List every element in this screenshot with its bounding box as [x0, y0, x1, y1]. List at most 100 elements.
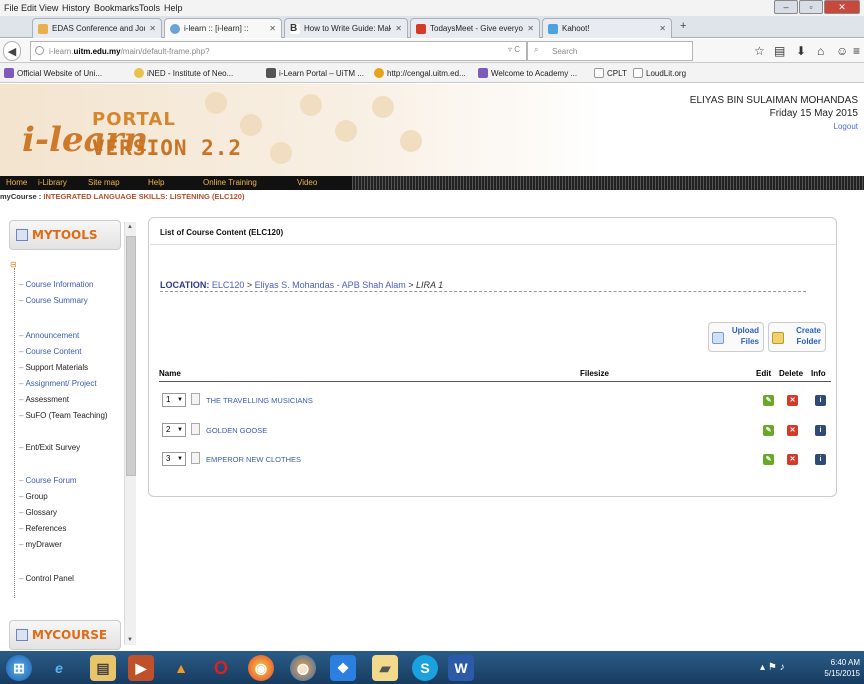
info-icon[interactable]: i	[815, 454, 826, 465]
nav-home[interactable]: Home	[6, 178, 27, 187]
sidebar-item-glossary[interactable]: – Glossary	[19, 508, 57, 517]
sidebar-item-course-forum[interactable]: – Course Forum	[19, 476, 77, 485]
nav-help[interactable]: Help	[148, 178, 164, 187]
dropbox-icon[interactable]: ❖	[330, 655, 356, 681]
sidebar-item-sufo[interactable]: – SuFO (Team Teaching)	[5, 411, 109, 421]
firefox-icon[interactable]: ◍	[290, 655, 316, 681]
delete-icon[interactable]: ✕	[787, 425, 798, 436]
file-name-link[interactable]: EMPEROR NEW CLOTHES	[206, 455, 301, 464]
maximize-icon[interactable]: ▫	[799, 0, 823, 14]
file-name-link[interactable]: THE TRAVELLING MUSICIANS	[206, 396, 313, 405]
tab-ilearn[interactable]: i-learn :: [i-learn] :: ✕	[164, 18, 282, 38]
sidebar-item-control-panel[interactable]: – Control Panel	[19, 574, 74, 583]
system-clock[interactable]: 6:40 AM 5/15/2015	[824, 657, 860, 679]
tab-todaysmeet[interactable]: TodaysMeet - Give everyo... ✕	[410, 18, 540, 38]
edit-icon[interactable]: ✎	[763, 395, 774, 406]
bookmark-item[interactable]: http://cengal.uitm.ed...	[374, 68, 466, 78]
sidebar-item-course-summary[interactable]: – Course Summary	[19, 296, 88, 305]
tab-close-icon[interactable]: ✕	[527, 24, 534, 33]
start-button[interactable]: ⊞	[6, 655, 32, 681]
order-select[interactable]: 1 ▼	[162, 393, 186, 407]
location-owner-link[interactable]: Eliyas S. Mohandas - APB Shah Alam	[255, 280, 406, 290]
sidebar-item-course-content[interactable]: – Course Content	[19, 347, 81, 356]
network-icon[interactable]: ⚑	[768, 662, 777, 673]
minimize-icon[interactable]: –	[774, 0, 798, 14]
download-icon[interactable]: ⬇	[796, 44, 806, 58]
word-icon[interactable]: W	[448, 655, 474, 681]
volume-icon[interactable]: ♪	[780, 662, 785, 673]
sidebar-item-support-materials[interactable]: – Support Materials	[19, 363, 88, 372]
delete-icon[interactable]: ✕	[787, 454, 798, 465]
menu-icon[interactable]: ≡	[853, 44, 860, 58]
menu-edit[interactable]: Edit	[21, 3, 37, 13]
bookmark-item[interactable]: Welcome to Academy ...	[478, 68, 577, 78]
upload-files-button[interactable]: Upload Files	[708, 322, 764, 352]
menu-bookmarks[interactable]: Bookmarks	[94, 3, 139, 13]
tab-close-icon[interactable]: ✕	[149, 24, 156, 33]
edit-icon[interactable]: ✎	[763, 454, 774, 465]
sidebar-item-ent-exit-survey[interactable]: – Ent/Exit Survey	[19, 443, 80, 452]
mycourse-header[interactable]: MYCOURSE	[9, 620, 121, 650]
info-icon[interactable]: i	[815, 425, 826, 436]
reload-icon[interactable]: ▿ C	[508, 45, 520, 54]
scroll-down-icon[interactable]: ▼	[127, 637, 133, 643]
order-select[interactable]: 3 ▼	[162, 452, 186, 466]
location-course-link[interactable]: ELC120	[212, 280, 245, 290]
tab-edas[interactable]: EDAS Conference and Jour... ✕	[32, 18, 162, 38]
bookmark-item[interactable]: LoudLit.org	[633, 68, 686, 78]
new-tab-icon[interactable]: +	[680, 20, 686, 32]
bookmark-item[interactable]: i-Learn Portal – UiTM ...	[266, 68, 364, 78]
tab-close-icon[interactable]: ✕	[395, 24, 402, 33]
chrome-icon[interactable]: ◉	[248, 655, 274, 681]
mytools-header[interactable]: MYTOOLS	[9, 220, 121, 250]
order-select[interactable]: 2 ▼	[162, 423, 186, 437]
delete-icon[interactable]: ✕	[787, 395, 798, 406]
file-explorer-icon[interactable]: ▤	[90, 655, 116, 681]
media-player-icon[interactable]: ▶	[128, 655, 154, 681]
bookmark-item[interactable]: Official Website of Uni...	[4, 68, 102, 78]
bookmark-item[interactable]: iNED - Institute of Neo...	[134, 68, 233, 78]
reading-list-icon[interactable]: ▤	[774, 44, 785, 58]
nav-sitemap[interactable]: Site map	[88, 178, 120, 187]
nav-online-training[interactable]: Online Training	[203, 178, 257, 187]
sidebar-item-mydrawer[interactable]: – myDrawer	[19, 540, 62, 549]
sidebar-item-assessment[interactable]: – Assessment	[19, 395, 69, 404]
file-name-link[interactable]: GOLDEN GOOSE	[206, 426, 267, 435]
menu-view[interactable]: View	[39, 3, 58, 13]
nav-video[interactable]: Video	[297, 178, 317, 187]
scroll-up-icon[interactable]: ▲	[127, 224, 133, 230]
vlc-icon[interactable]: ▲	[168, 655, 194, 681]
search-input[interactable]: ⌕ Search	[527, 41, 693, 61]
tab-howto[interactable]: B How to Write Guide: Makin... ✕	[284, 18, 408, 38]
star-icon[interactable]: ☆	[754, 44, 765, 58]
sidebar-item-references[interactable]: – References	[19, 524, 66, 533]
bookmark-item[interactable]: CPLT	[594, 68, 627, 78]
info-icon[interactable]: i	[815, 395, 826, 406]
create-folder-button[interactable]: Create Folder	[768, 322, 826, 352]
menu-history[interactable]: History	[62, 3, 90, 13]
ie-icon[interactable]: e	[46, 655, 72, 681]
menu-help[interactable]: Help	[164, 3, 183, 13]
sidebar-item-course-information[interactable]: – Course Information	[19, 280, 93, 289]
tab-close-icon[interactable]: ✕	[659, 24, 666, 33]
sidebar-item-group[interactable]: – Group	[19, 492, 48, 501]
pocket-icon[interactable]: ☺	[836, 44, 848, 58]
skype-icon[interactable]: S	[412, 655, 438, 681]
menu-file[interactable]: File	[4, 3, 19, 13]
opera-icon[interactable]: O	[208, 655, 234, 681]
sidebar-item-assignment-project[interactable]: – Assignment/ Project	[19, 379, 97, 388]
url-bar[interactable]: i-learn. uitm.edu.my/main/default-frame.p…	[30, 41, 527, 61]
tab-kahoot[interactable]: Kahoot! ✕	[542, 18, 672, 38]
logout-link[interactable]: Logout	[690, 120, 858, 133]
breadcrumb-course[interactable]: INTEGRATED LANGUAGE SKILLS: LISTENING (E…	[43, 192, 244, 201]
back-button[interactable]: ◀	[3, 41, 21, 61]
sidebar-item-announcement[interactable]: – Announcement	[19, 331, 79, 340]
menu-tools[interactable]: Tools	[139, 3, 160, 13]
sidebar-scrollbar[interactable]: ▲ ▼	[124, 222, 136, 645]
edit-icon[interactable]: ✎	[763, 425, 774, 436]
tray-arrow-icon[interactable]: ▴	[760, 662, 765, 673]
close-icon[interactable]: ✕	[824, 0, 860, 14]
home-icon[interactable]: ⌂	[817, 44, 824, 58]
tab-close-icon[interactable]: ✕	[269, 24, 276, 33]
scrollbar-thumb[interactable]	[126, 236, 136, 476]
